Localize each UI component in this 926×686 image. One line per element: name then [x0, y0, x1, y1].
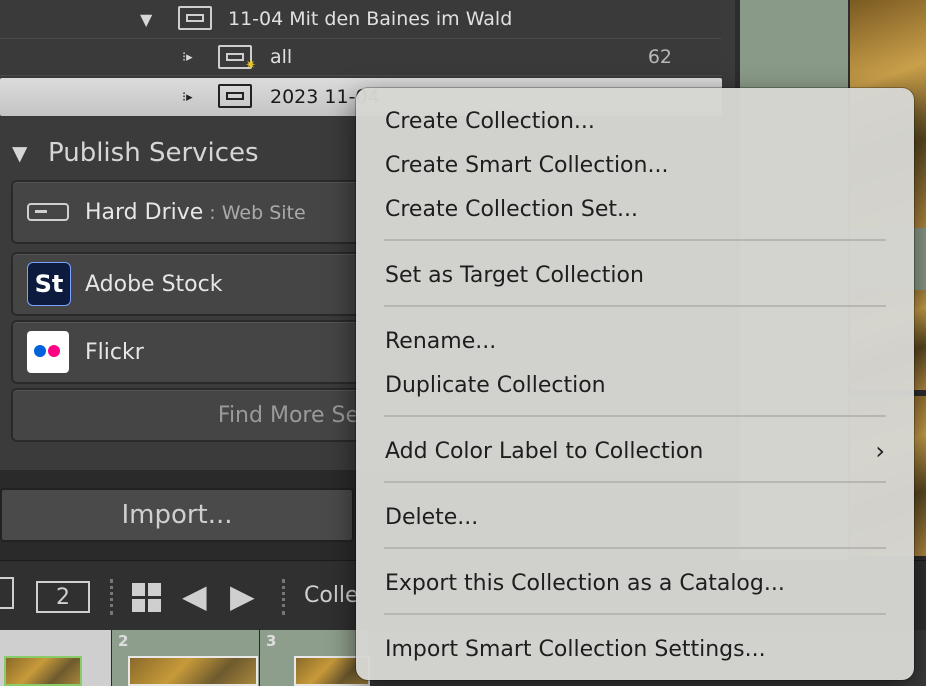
- service-adobe-stock[interactable]: St Adobe Stock: [11, 252, 371, 316]
- collection-set-label: 11-04 Mit den Baines im Wald: [228, 8, 513, 30]
- collection-arrow-icon: ⁝▸: [182, 89, 193, 105]
- menu-separator: [384, 305, 886, 307]
- service-hard-drive[interactable]: Hard Drive: Web Site: [11, 180, 371, 244]
- menu-item-export-as-catalog[interactable]: Export this Collection as a Catalog...: [385, 563, 885, 603]
- adobe-stock-icon: St: [27, 262, 71, 306]
- button-label: Find More Se: [217, 402, 359, 428]
- menu-item-delete[interactable]: Delete...: [385, 497, 885, 537]
- cell-number: 2: [118, 632, 129, 650]
- secondary-window-button[interactable]: 2: [36, 581, 90, 613]
- source-indicator[interactable]: Colle: [304, 583, 359, 608]
- toolbar-divider: [110, 579, 113, 615]
- section-title: Publish Services: [48, 138, 259, 168]
- flickr-icon: [27, 331, 69, 373]
- menu-item-import-smart-collection-settings[interactable]: Import Smart Collection Settings...: [385, 629, 885, 669]
- smart-collection-icon: ✷: [218, 43, 256, 73]
- disclosure-triangle-icon[interactable]: ▼: [140, 10, 152, 29]
- grid-view-icon[interactable]: [132, 583, 162, 613]
- toolbar-divider: [282, 579, 285, 615]
- service-name: Adobe Stock: [85, 271, 223, 297]
- back-arrow-icon[interactable]: ◀: [182, 577, 207, 615]
- collection-count: 62: [647, 46, 672, 68]
- menu-separator: [384, 547, 886, 549]
- menu-item-create-collection-set[interactable]: Create Collection Set...: [385, 189, 885, 229]
- filmstrip-cell[interactable]: 2: [112, 630, 260, 686]
- hard-drive-icon: [27, 203, 69, 221]
- menu-item-add-color-label[interactable]: Add Color Label to Collection ›: [385, 431, 885, 471]
- menu-item-set-target-collection[interactable]: Set as Target Collection: [385, 255, 885, 295]
- menu-separator: [384, 481, 886, 483]
- service-subtitle: : Web Site: [209, 201, 306, 224]
- service-name: Flickr: [85, 339, 144, 365]
- context-menu: Create Collection... Create Smart Collec…: [356, 88, 914, 680]
- collection-set-icon: [178, 4, 212, 30]
- filmstrip-cell[interactable]: [0, 630, 112, 686]
- filmstrip-thumbnail[interactable]: [4, 656, 82, 686]
- menu-item-create-collection[interactable]: Create Collection...: [385, 101, 885, 141]
- collection-icon: [218, 82, 252, 108]
- filmstrip-cell[interactable]: 3: [260, 630, 370, 686]
- menu-item-label: Add Color Label to Collection: [385, 438, 704, 464]
- menu-item-rename[interactable]: Rename...: [385, 321, 885, 361]
- menu-separator: [384, 415, 886, 417]
- forward-arrow-icon[interactable]: ▶: [230, 577, 255, 615]
- menu-item-duplicate-collection[interactable]: Duplicate Collection: [385, 365, 885, 405]
- menu-separator: [384, 613, 886, 615]
- import-button[interactable]: Import...: [0, 488, 354, 542]
- chevron-right-icon: ›: [875, 437, 885, 465]
- cell-number: 3: [266, 632, 277, 650]
- find-more-services-button[interactable]: Find More Se: [11, 388, 371, 442]
- disclosure-triangle-icon[interactable]: ▼: [12, 141, 27, 165]
- filmstrip-thumbnail[interactable]: [128, 656, 258, 686]
- service-name: Hard Drive: [85, 199, 204, 225]
- primary-window-icon[interactable]: [0, 577, 14, 609]
- menu-item-create-smart-collection[interactable]: Create Smart Collection...: [385, 145, 885, 185]
- collection-set-row[interactable]: ▼ 11-04 Mit den Baines im Wald: [0, 0, 722, 38]
- menu-separator: [384, 239, 886, 241]
- collection-arrow-icon: ⁝▸: [182, 49, 193, 65]
- service-flickr[interactable]: Flickr: [11, 320, 371, 384]
- smart-collection-row[interactable]: ⁝▸ ✷ all 62: [0, 38, 722, 76]
- collection-label: all: [270, 46, 293, 68]
